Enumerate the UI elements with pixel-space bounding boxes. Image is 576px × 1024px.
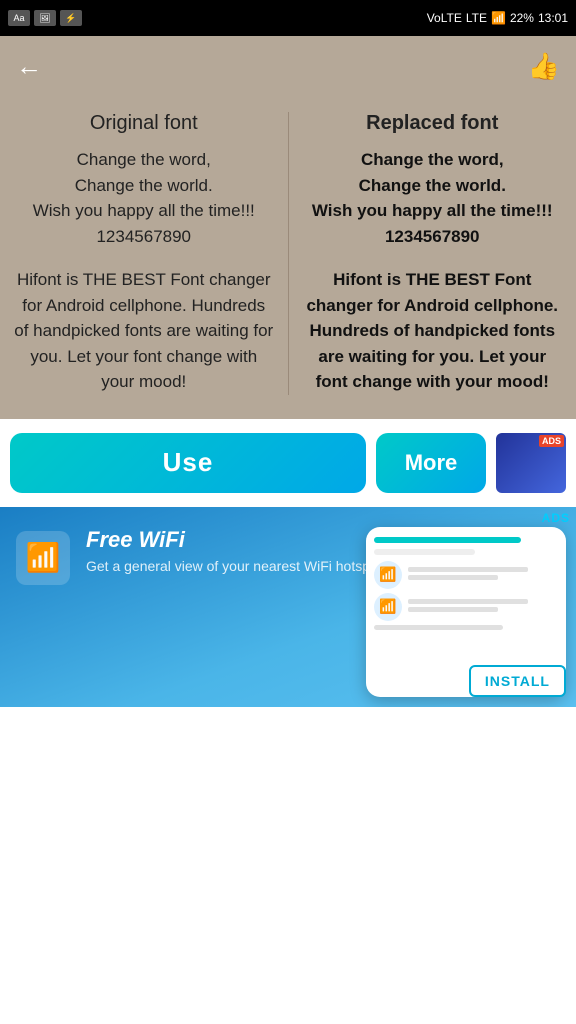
like-button[interactable]: 👍 (528, 51, 560, 82)
mock-line-a (408, 567, 528, 572)
replaced-font-column: Replaced font Change the word,Change the… (289, 112, 576, 395)
wifi-icon: 📶 (26, 541, 61, 574)
status-battery: 22% (510, 11, 534, 25)
replaced-font-header: Replaced font (303, 112, 563, 135)
status-signal-bars: 📶 (491, 11, 506, 25)
mock-bar-header (374, 537, 521, 543)
font-preview-area: Original font Change the word,Change the… (0, 96, 576, 419)
icon-usb: ⚡ (60, 10, 82, 26)
mock-circle-1: 📶 (374, 561, 402, 589)
ad-banner[interactable]: ADS 📶 Free WiFi Get a general view of yo… (0, 507, 576, 707)
status-volte: VoLTE (427, 11, 462, 25)
top-bar: ← 👍 (0, 36, 576, 96)
original-font-sample1: Change the word,Change the world.Wish yo… (14, 147, 274, 249)
status-time: 13:01 (538, 11, 568, 25)
mock-line-d (408, 607, 498, 612)
wifi-icon-box: 📶 (16, 531, 70, 585)
mock-row-2: 📶 (374, 593, 558, 621)
font-columns: Original font Change the word,Change the… (0, 112, 576, 395)
mock-lines-1 (408, 567, 558, 583)
status-left-icons: Aa 🖼 ⚡ (8, 10, 82, 26)
mock-row-1: 📶 (374, 561, 558, 589)
mock-bar-sub (374, 549, 475, 555)
replaced-font-sample1: Change the word,Change the world.Wish yo… (303, 147, 563, 249)
status-bar: Aa 🖼 ⚡ VoLTE LTE 📶 22% 13:01 (0, 0, 576, 36)
mock-line-b (408, 575, 498, 580)
mock-line-c (408, 599, 528, 604)
replaced-font-sample2: Hifont is THE BEST Font changer for Andr… (303, 267, 563, 395)
icon-aa: Aa (8, 10, 30, 26)
mock-bar-bottom (374, 625, 503, 630)
ads-thumbnail[interactable]: ADS (496, 433, 566, 493)
mock-circle-2: 📶 (374, 593, 402, 621)
ad-label: ADS (542, 511, 570, 525)
icon-img: 🖼 (34, 10, 56, 26)
use-button[interactable]: Use (10, 433, 366, 493)
status-lte: LTE (466, 11, 487, 25)
status-right-info: VoLTE LTE 📶 22% 13:01 (427, 11, 568, 25)
original-font-sample2: Hifont is THE BEST Font changer for Andr… (14, 267, 274, 395)
install-button[interactable]: INSTALL (469, 665, 566, 697)
mock-lines-2 (408, 599, 558, 615)
original-font-column: Original font Change the word,Change the… (0, 112, 288, 395)
back-button[interactable]: ← (16, 51, 42, 82)
original-font-header: Original font (14, 112, 274, 135)
more-button[interactable]: More (376, 433, 486, 493)
ads-badge: ADS (539, 435, 564, 447)
action-bar: Use More ADS (0, 419, 576, 507)
